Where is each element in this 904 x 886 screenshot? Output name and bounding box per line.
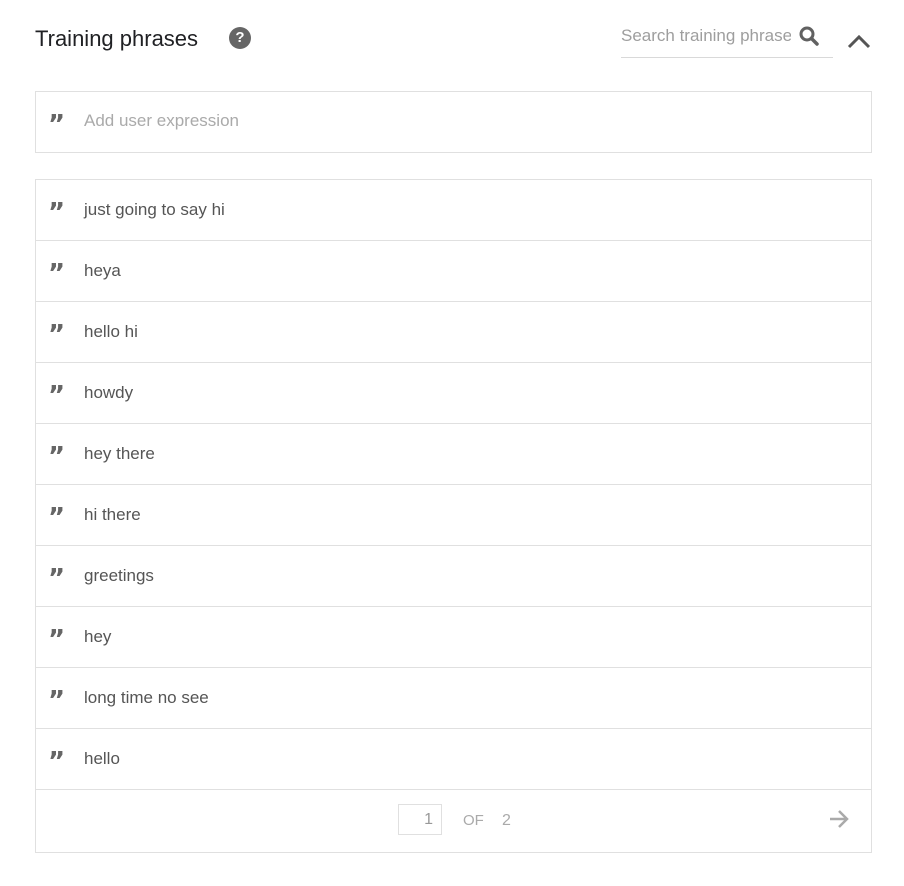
quote-icon: ”: [48, 113, 66, 131]
phrase-row[interactable]: ” greetings: [36, 546, 871, 607]
phrase-row[interactable]: ” just going to say hi: [36, 180, 871, 241]
add-user-expression: ”: [35, 91, 872, 153]
phrase-text[interactable]: hello hi: [84, 322, 138, 342]
phrase-row[interactable]: ” hi there: [36, 485, 871, 546]
phrase-text[interactable]: greetings: [84, 566, 154, 586]
phrase-row[interactable]: ” hello: [36, 729, 871, 790]
phrase-text[interactable]: just going to say hi: [84, 200, 225, 220]
search-input[interactable]: [621, 26, 791, 46]
search-icon[interactable]: [797, 24, 821, 48]
of-label: OF: [463, 812, 484, 829]
training-phrases-header: Training phrases ?: [35, 22, 872, 58]
quote-icon: ”: [48, 567, 66, 585]
chevron-up-icon[interactable]: [845, 30, 873, 52]
page-number-input[interactable]: 1: [398, 804, 442, 835]
phrase-text[interactable]: hello: [84, 749, 120, 769]
phrase-row[interactable]: ” heya: [36, 241, 871, 302]
total-pages: 2: [502, 812, 511, 829]
quote-icon: ”: [48, 628, 66, 646]
quote-icon: ”: [48, 689, 66, 707]
pagination: 1 OF 2: [36, 790, 871, 852]
phrase-row[interactable]: ” hello hi: [36, 302, 871, 363]
arrow-right-icon[interactable]: [828, 808, 850, 830]
quote-icon: ”: [48, 262, 66, 280]
phrase-text[interactable]: hi there: [84, 505, 141, 525]
help-icon[interactable]: ?: [229, 27, 251, 49]
search-field: [621, 22, 833, 58]
phrase-text[interactable]: long time no see: [84, 688, 209, 708]
phrase-row[interactable]: ” howdy: [36, 363, 871, 424]
phrase-text[interactable]: howdy: [84, 383, 133, 403]
section-title: Training phrases: [35, 26, 199, 51]
quote-icon: ”: [48, 750, 66, 768]
phrase-text[interactable]: hey there: [84, 444, 155, 464]
quote-icon: ”: [48, 384, 66, 402]
quote-icon: ”: [48, 445, 66, 463]
quote-icon: ”: [48, 323, 66, 341]
phrase-list: ” just going to say hi ” heya ” hello hi ” howd…: [35, 179, 872, 853]
quote-icon: ”: [48, 201, 66, 219]
phrase-row[interactable]: ” long time no see: [36, 668, 871, 729]
phrase-text[interactable]: heya: [84, 261, 121, 281]
add-expression-input[interactable]: [84, 111, 844, 131]
phrase-text[interactable]: hey: [84, 627, 111, 647]
phrase-row[interactable]: ” hey there: [36, 424, 871, 485]
phrase-row[interactable]: ” hey: [36, 607, 871, 668]
quote-icon: ”: [48, 506, 66, 524]
